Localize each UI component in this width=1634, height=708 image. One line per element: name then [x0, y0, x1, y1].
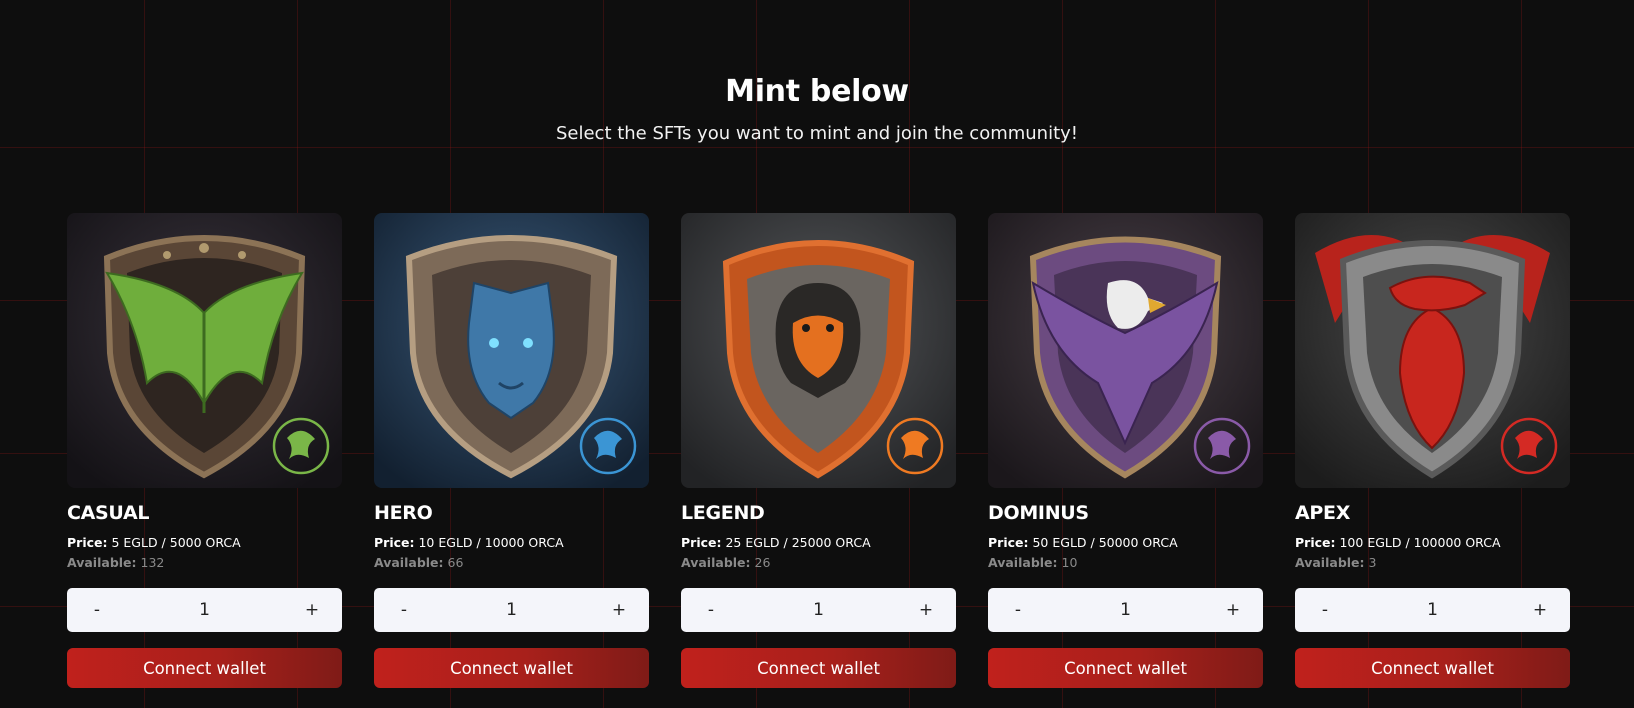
price-value: 50 EGLD / 50000 ORCA — [1032, 535, 1178, 550]
mint-page: Mint below Select the SFTs you want to m… — [0, 0, 1634, 708]
increment-button[interactable]: + — [609, 600, 629, 620]
quantity-value[interactable]: 1 — [107, 600, 302, 620]
quantity-value[interactable]: 1 — [721, 600, 916, 620]
gorilla-shield-icon — [681, 213, 956, 488]
sft-image — [67, 213, 342, 488]
available-value: 10 — [1061, 555, 1078, 570]
bat-shield-icon — [67, 213, 342, 488]
connect-wallet-button[interactable]: Connect wallet — [988, 648, 1263, 688]
sft-image — [374, 213, 649, 488]
quantity-value[interactable]: 1 — [1028, 600, 1223, 620]
connect-wallet-button[interactable]: Connect wallet — [67, 648, 342, 688]
sft-availability: Available: 66 — [374, 553, 649, 573]
sft-price: Price: 100 EGLD / 100000 ORCA — [1295, 533, 1570, 553]
sft-info: Price: 25 EGLD / 25000 ORCA Available: 2… — [681, 533, 956, 573]
decrement-button[interactable]: - — [701, 600, 721, 620]
sft-card-hero: HERO Price: 10 EGLD / 10000 ORCA Availab… — [374, 213, 649, 688]
quantity-stepper: - 1 + — [1295, 588, 1570, 632]
sft-availability: Available: 132 — [67, 553, 342, 573]
available-value: 132 — [140, 555, 165, 570]
price-value: 100 EGLD / 100000 ORCA — [1339, 535, 1501, 550]
sft-price: Price: 5 EGLD / 5000 ORCA — [67, 533, 342, 553]
sft-name: CASUAL — [67, 502, 150, 524]
quantity-stepper: - 1 + — [374, 588, 649, 632]
price-label: Price: — [1295, 535, 1336, 550]
quantity-stepper: - 1 + — [67, 588, 342, 632]
price-label: Price: — [67, 535, 108, 550]
quantity-value[interactable]: 1 — [414, 600, 609, 620]
sft-availability: Available: 10 — [988, 553, 1263, 573]
decrement-button[interactable]: - — [87, 600, 107, 620]
sft-image — [988, 213, 1263, 488]
increment-button[interactable]: + — [916, 600, 936, 620]
increment-button[interactable]: + — [1223, 600, 1243, 620]
price-label: Price: — [681, 535, 722, 550]
connect-wallet-button[interactable]: Connect wallet — [681, 648, 956, 688]
available-label: Available: — [1295, 555, 1365, 570]
sft-name: DOMINUS — [988, 502, 1089, 524]
available-label: Available: — [988, 555, 1058, 570]
eagle-shield-icon — [988, 213, 1263, 488]
sft-info: Price: 50 EGLD / 50000 ORCA Available: 1… — [988, 533, 1263, 573]
sft-price: Price: 50 EGLD / 50000 ORCA — [988, 533, 1263, 553]
available-label: Available: — [374, 555, 444, 570]
available-value: 66 — [447, 555, 464, 570]
price-value: 10 EGLD / 10000 ORCA — [418, 535, 564, 550]
price-label: Price: — [988, 535, 1029, 550]
quantity-stepper: - 1 + — [988, 588, 1263, 632]
sft-info: Price: 100 EGLD / 100000 ORCA Available:… — [1295, 533, 1570, 573]
sft-image — [681, 213, 956, 488]
panther-shield-icon — [374, 213, 649, 488]
price-value: 25 EGLD / 25000 ORCA — [725, 535, 871, 550]
sft-name: APEX — [1295, 502, 1351, 524]
available-value: 3 — [1368, 555, 1377, 570]
price-label: Price: — [374, 535, 415, 550]
page-title: Mint below — [725, 74, 909, 109]
sft-info: Price: 10 EGLD / 10000 ORCA Available: 6… — [374, 533, 649, 573]
quantity-value[interactable]: 1 — [1335, 600, 1530, 620]
available-label: Available: — [681, 555, 751, 570]
connect-wallet-button[interactable]: Connect wallet — [374, 648, 649, 688]
sft-info: Price: 5 EGLD / 5000 ORCA Available: 132 — [67, 533, 342, 573]
connect-wallet-button[interactable]: Connect wallet — [1295, 648, 1570, 688]
available-value: 26 — [754, 555, 771, 570]
increment-button[interactable]: + — [1530, 600, 1550, 620]
sft-card-dominus: DOMINUS Price: 50 EGLD / 50000 ORCA Avai… — [988, 213, 1263, 688]
sft-availability: Available: 26 — [681, 553, 956, 573]
sft-name: LEGEND — [681, 502, 765, 524]
sft-price: Price: 10 EGLD / 10000 ORCA — [374, 533, 649, 553]
page-subtitle: Select the SFTs you want to mint and joi… — [555, 123, 1079, 144]
sft-availability: Available: 3 — [1295, 553, 1570, 573]
price-value: 5 EGLD / 5000 ORCA — [111, 535, 241, 550]
sft-image — [1295, 213, 1570, 488]
available-label: Available: — [67, 555, 137, 570]
increment-button[interactable]: + — [302, 600, 322, 620]
decrement-button[interactable]: - — [1315, 600, 1335, 620]
quantity-stepper: - 1 + — [681, 588, 956, 632]
decrement-button[interactable]: - — [1008, 600, 1028, 620]
decrement-button[interactable]: - — [394, 600, 414, 620]
sft-name: HERO — [374, 502, 433, 524]
sft-card-legend: LEGEND Price: 25 EGLD / 25000 ORCA Avail… — [681, 213, 956, 688]
sft-price: Price: 25 EGLD / 25000 ORCA — [681, 533, 956, 553]
sft-card-casual: CASUAL Price: 5 EGLD / 5000 ORCA Availab… — [67, 213, 342, 688]
sft-card-apex: APEX Price: 100 EGLD / 100000 ORCA Avail… — [1295, 213, 1570, 688]
dragon-shield-icon — [1295, 213, 1570, 488]
